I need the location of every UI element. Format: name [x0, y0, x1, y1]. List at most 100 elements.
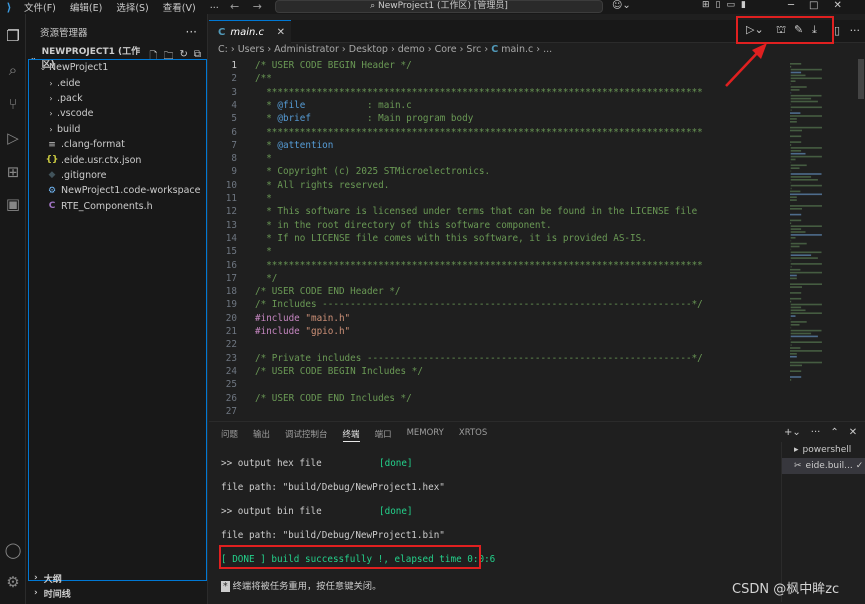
- code-line: 2 /**: [209, 72, 784, 85]
- copilot-icon[interactable]: ☺⌄: [612, 0, 631, 11]
- maximize-panel-icon[interactable]: ⌃: [830, 427, 838, 438]
- chevron-down-icon: ⌄: [39, 63, 47, 73]
- line-text: ****************************************…: [255, 259, 703, 271]
- tree-item-eide[interactable]: › .eide: [29, 75, 206, 90]
- tools-icon: ✂: [794, 461, 802, 471]
- clean-icon[interactable]: ✎: [794, 23, 803, 36]
- close-window-icon[interactable]: ✕: [833, 0, 841, 11]
- chevron-right-icon: ›: [34, 588, 38, 598]
- tree-item-eide-json[interactable]: {} .eide.usr.ctx.json: [29, 152, 206, 167]
- minimap[interactable]: [784, 59, 856, 417]
- tree-item-vscode[interactable]: › .vscode: [29, 106, 206, 121]
- back-arrow-icon[interactable]: ←: [230, 0, 239, 13]
- forward-arrow-icon[interactable]: →: [253, 0, 262, 13]
- minimize-icon[interactable]: ─: [788, 0, 794, 11]
- tree-root[interactable]: ⌄ NewProject1: [29, 60, 206, 75]
- tree-item-pack[interactable]: › .pack: [29, 91, 206, 106]
- breadcrumb-item[interactable]: Desktop: [349, 44, 388, 55]
- breadcrumb-item[interactable]: C:: [218, 44, 228, 55]
- minimap-line: [790, 341, 822, 343]
- line-text: /* Includes ----------------------------…: [255, 299, 703, 311]
- search-icon[interactable]: ⌕: [3, 60, 23, 80]
- line-number: 10: [225, 179, 237, 191]
- breadcrumb-item[interactable]: main.c: [501, 44, 533, 55]
- minimap-line: [790, 213, 802, 216]
- split-editor-icon[interactable]: ▯: [834, 24, 840, 37]
- tree-item-label: .eide: [57, 77, 81, 89]
- code-editor[interactable]: 1/* USER CODE BEGIN Header */2/** 3 *****…: [209, 59, 784, 417]
- menu-selection[interactable]: 选择(S): [110, 0, 154, 14]
- tab-terminal[interactable]: 终端: [342, 428, 360, 442]
- line-number: 6: [231, 126, 237, 138]
- code-line: 10 * All rights reserved.: [209, 179, 784, 192]
- more-actions-icon[interactable]: ···: [186, 25, 197, 39]
- tree-item-build[interactable]: › build: [29, 122, 206, 137]
- minimap-line: [790, 355, 797, 358]
- run-debug-icon[interactable]: ▷: [3, 128, 23, 148]
- settings-gear-icon[interactable]: ⚙: [3, 572, 23, 592]
- menu-edit[interactable]: 编辑(E): [64, 0, 108, 14]
- menu-more[interactable]: ...: [204, 0, 225, 14]
- check-icon: ✓: [855, 461, 864, 471]
- breadcrumb-item[interactable]: demo: [398, 44, 425, 55]
- terminal-item-powershell[interactable]: ▸ powershell: [782, 442, 865, 458]
- chip-icon[interactable]: ▣: [3, 194, 23, 214]
- close-tab-icon[interactable]: ✕: [277, 27, 285, 38]
- tab-xrtos[interactable]: XRTOS: [459, 428, 487, 442]
- editor-scrollbar[interactable]: [858, 59, 864, 99]
- tab-debug-console[interactable]: 调试控制台: [285, 428, 328, 442]
- layout-grid-icon[interactable]: ⊞: [702, 0, 710, 10]
- minimap-line: [790, 100, 818, 103]
- line-number: 16: [225, 259, 237, 271]
- tab-problems[interactable]: 问题: [221, 428, 238, 442]
- line-text: *: [255, 153, 272, 165]
- terminal-line: >> output bin file: [221, 506, 322, 517]
- menu-file[interactable]: 文件(F): [18, 0, 62, 14]
- code-line: 1 /* USER CODE BEGIN Header */: [209, 59, 784, 72]
- tab-main-c[interactable]: C main.c ✕: [209, 20, 291, 43]
- build-icon[interactable]: ⛫: [776, 23, 786, 38]
- timeline-section[interactable]: › 时间线: [26, 586, 208, 600]
- minimap-line: [790, 353, 797, 355]
- minimap-line: [790, 80, 796, 82]
- breadcrumb-item[interactable]: Src: [466, 44, 481, 55]
- run-dropdown-icon[interactable]: ▷⌄: [746, 23, 764, 36]
- account-icon[interactable]: ◯: [3, 540, 23, 560]
- command-center-search[interactable]: ⌕ NewProject1 (工作区) [管理员]: [275, 0, 603, 13]
- breadcrumb-item[interactable]: Users: [238, 44, 265, 55]
- tree-item-gitignore[interactable]: ◆ .gitignore: [29, 168, 206, 183]
- tab-output[interactable]: 输出: [253, 428, 270, 442]
- extensions-icon[interactable]: ⊞: [3, 162, 23, 182]
- download-icon[interactable]: ⤓: [812, 23, 817, 37]
- menu-view[interactable]: 查看(V): [157, 0, 202, 14]
- explorer-icon[interactable]: ❐: [3, 26, 23, 46]
- terminal-item-eide-build[interactable]: ✂ eide.buil... ✓: [782, 458, 865, 474]
- minimap-line: [790, 208, 802, 210]
- line-number: 19: [225, 299, 237, 311]
- breadcrumb-item[interactable]: ...: [543, 44, 552, 55]
- tab-ports[interactable]: 端口: [375, 428, 392, 442]
- source-control-icon[interactable]: ⑂: [3, 94, 23, 114]
- explorer-title: 资源管理器: [40, 27, 88, 39]
- code-line: 26 /* USER CODE END Includes */: [209, 392, 784, 405]
- new-terminal-icon[interactable]: +⌄: [784, 427, 801, 438]
- tab-memory[interactable]: MEMORY: [407, 428, 444, 442]
- toggle-sidebar-icon[interactable]: ▯: [716, 0, 721, 10]
- more-actions-icon[interactable]: ···: [850, 24, 861, 37]
- chevron-right-icon: ›: [49, 93, 53, 103]
- maximize-icon[interactable]: □: [809, 0, 818, 11]
- more-actions-icon[interactable]: ···: [811, 427, 821, 438]
- minimap-line: [790, 251, 822, 254]
- toggle-secondary-sidebar-icon[interactable]: ▮: [741, 0, 746, 10]
- panel-tabs: 问题 输出 调试控制台 终端 端口 MEMORY XRTOS: [221, 428, 502, 442]
- tree-item-clang-format[interactable]: ≡ .clang-format: [29, 137, 206, 152]
- breadcrumb-item[interactable]: Core: [435, 44, 457, 55]
- c-file-icon: C: [218, 26, 226, 38]
- outline-section[interactable]: › 大纲: [26, 571, 208, 585]
- tree-item-workspace[interactable]: ⚙ NewProject1.code-workspace: [29, 183, 206, 198]
- tree-item-rte-components[interactable]: C RTE_Components.h: [29, 199, 206, 214]
- minimap-line: [790, 219, 802, 222]
- close-panel-icon[interactable]: ✕: [849, 427, 857, 438]
- toggle-panel-icon[interactable]: ▭: [727, 0, 736, 10]
- breadcrumb-item[interactable]: Administrator: [274, 44, 339, 55]
